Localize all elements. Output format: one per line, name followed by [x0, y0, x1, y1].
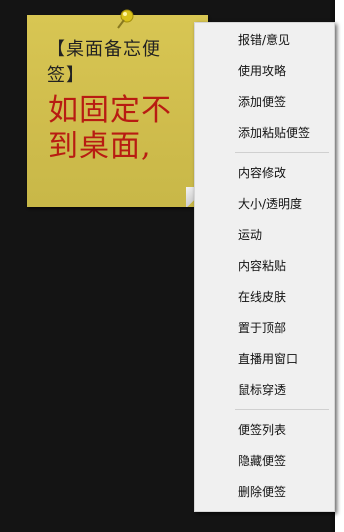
- menu-item-add-paste-note[interactable]: 添加粘贴便签: [195, 119, 334, 147]
- menu-separator: [235, 152, 329, 153]
- menu-item-label: 在线皮肤: [238, 290, 287, 304]
- menu-item-size-opacity[interactable]: 大小/透明度: [195, 190, 334, 218]
- menu-item-note-list[interactable]: 便签列表: [195, 416, 334, 444]
- menu-item-label: 直播用窗口: [238, 352, 299, 366]
- context-menu: 报错/意见 使用攻略 添加便签 添加粘贴便签 内容修改 大小/透明度 运动 内容…: [194, 22, 335, 512]
- menu-item-label: 报错/意见: [238, 33, 291, 47]
- note-body-line-1: 如固定不: [48, 93, 172, 128]
- menu-item-label: 置于顶部: [238, 321, 287, 335]
- menu-item-label: 鼠标穿透: [238, 383, 287, 397]
- menu-item-hide-note[interactable]: 隐藏便签: [195, 447, 334, 475]
- note-title-line-2: 签】: [47, 65, 85, 86]
- menu-item-label: 添加粘贴便签: [238, 126, 311, 140]
- menu-item-label: 大小/透明度: [238, 197, 303, 211]
- menu-item-label: 使用攻略: [238, 64, 287, 78]
- menu-item-label: 删除便签: [238, 485, 287, 499]
- menu-item-edit-content[interactable]: 内容修改: [195, 159, 334, 187]
- menu-item-click-through[interactable]: 鼠标穿透: [195, 376, 334, 404]
- menu-item-delete-note[interactable]: 删除便签: [195, 478, 334, 506]
- menu-item-label: 隐藏便签: [238, 454, 287, 468]
- menu-item-label: 内容粘贴: [238, 259, 287, 273]
- menu-item-add-note[interactable]: 添加便签: [195, 88, 334, 116]
- menu-item-motion[interactable]: 运动: [195, 221, 334, 249]
- menu-item-report[interactable]: 报错/意见: [195, 26, 334, 54]
- menu-separator: [235, 409, 329, 410]
- menu-item-label: 添加便签: [238, 95, 287, 109]
- desktop-edge: [335, 0, 344, 532]
- menu-item-online-skins[interactable]: 在线皮肤: [195, 283, 334, 311]
- menu-item-label: 运动: [238, 228, 263, 242]
- pushpin-icon: [117, 9, 134, 29]
- note-title-line-1: 【桌面备忘便: [47, 39, 161, 60]
- menu-item-stream-window[interactable]: 直播用窗口: [195, 345, 334, 373]
- menu-item-label: 便签列表: [238, 423, 287, 437]
- sticky-note[interactable]: 【桌面备忘便 签】 如固定不 到桌面,: [27, 9, 208, 207]
- menu-item-label: 内容修改: [238, 166, 287, 180]
- note-body-line-2: 到桌面,: [48, 129, 152, 164]
- note-title: 【桌面备忘便 签】: [47, 37, 197, 89]
- menu-item-guide[interactable]: 使用攻略: [195, 57, 334, 85]
- menu-item-always-on-top[interactable]: 置于顶部: [195, 314, 334, 342]
- menu-item-paste-content[interactable]: 内容粘贴: [195, 252, 334, 280]
- note-body: 如固定不 到桌面,: [48, 93, 208, 165]
